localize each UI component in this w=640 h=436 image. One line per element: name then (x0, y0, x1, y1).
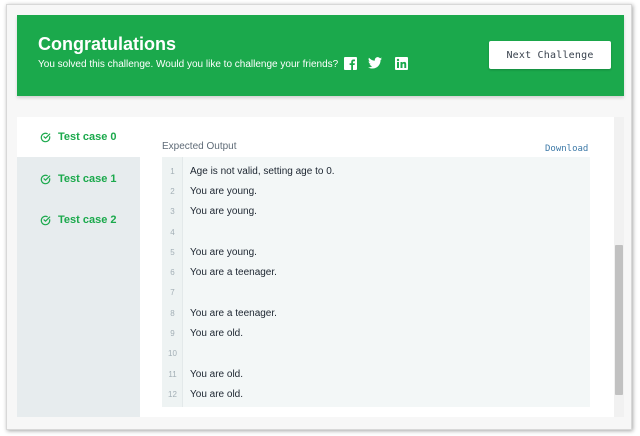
check-circle-icon (40, 215, 51, 226)
line-text: You are old. (190, 368, 244, 380)
output-line: 8 You are a teenager. (162, 303, 590, 323)
line-number: 6 (170, 268, 175, 278)
line-number: 9 (170, 329, 175, 339)
next-challenge-button[interactable]: Next Challenge (489, 41, 611, 69)
tab-label: Test case 1 (58, 173, 117, 185)
tab-test-case-0[interactable]: Test case 0 (17, 117, 140, 157)
expected-output-label: Expected Output (162, 141, 237, 152)
output-line: 5 You are young. (162, 242, 590, 262)
line-number: 10 (168, 349, 177, 359)
output-line: 11 You are old. (162, 364, 590, 384)
line-text: You are young. (190, 206, 257, 218)
line-number: 3 (170, 207, 175, 217)
line-number: 11 (168, 369, 177, 379)
output-line: 1 Age is not valid, setting age to 0. (162, 161, 590, 181)
tab-test-case-2[interactable]: Test case 2 (17, 200, 140, 240)
line-number: 5 (170, 247, 175, 257)
output-line: 7 (162, 283, 590, 303)
tab-label: Test case 2 (58, 214, 117, 226)
output-line: 3 You are young. (162, 202, 590, 222)
output-line: 2 You are young. (162, 181, 590, 201)
output-line: 10 (162, 344, 590, 364)
line-number: 7 (170, 288, 175, 298)
output-line: 4 (162, 222, 590, 242)
linkedin-icon[interactable] (394, 56, 408, 70)
congratulations-banner: Congratulations You solved this challeng… (17, 15, 624, 96)
line-number: 1 (170, 166, 175, 176)
line-text: You are young. (190, 246, 257, 258)
download-link[interactable]: Download (545, 144, 588, 154)
check-circle-icon (40, 132, 51, 143)
scrollbar[interactable] (614, 117, 624, 417)
twitter-icon[interactable] (368, 56, 382, 70)
tab-test-case-1[interactable]: Test case 1 (17, 159, 140, 199)
line-text: You are a teenager. (190, 307, 277, 319)
banner-title: Congratulations (38, 34, 176, 54)
line-text: You are young. (190, 185, 257, 197)
line-text: Age is not valid, setting age to 0. (190, 165, 335, 177)
banner-subtitle: You solved this challenge. Would you lik… (38, 59, 339, 70)
line-text: You are old. (190, 328, 244, 340)
line-number: 8 (170, 308, 175, 318)
output-line: 6 You are a teenager. (162, 263, 590, 283)
tab-label: Test case 0 (58, 131, 117, 143)
line-number: 4 (170, 227, 175, 237)
test-results-panel: Test case 0 Test case 1 Test case 2 Expe… (17, 117, 624, 417)
line-text: You are a teenager. (190, 267, 277, 279)
facebook-icon[interactable] (343, 56, 357, 70)
line-text: You are old. (190, 388, 244, 400)
output-content: Expected Output Download 1 Age is not val… (140, 117, 624, 417)
output-line: 12 You are old. (162, 384, 590, 404)
output-line: 9 You are old. (162, 323, 590, 343)
scrollbar-thumb[interactable] (615, 245, 623, 395)
expected-output-box: 1 Age is not valid, setting age to 0. 2 You… (162, 157, 590, 407)
check-circle-icon (40, 174, 51, 185)
test-case-sidebar: Test case 0 Test case 1 Test case 2 (17, 117, 140, 417)
line-number: 2 (170, 186, 175, 196)
line-number: 12 (168, 389, 177, 399)
